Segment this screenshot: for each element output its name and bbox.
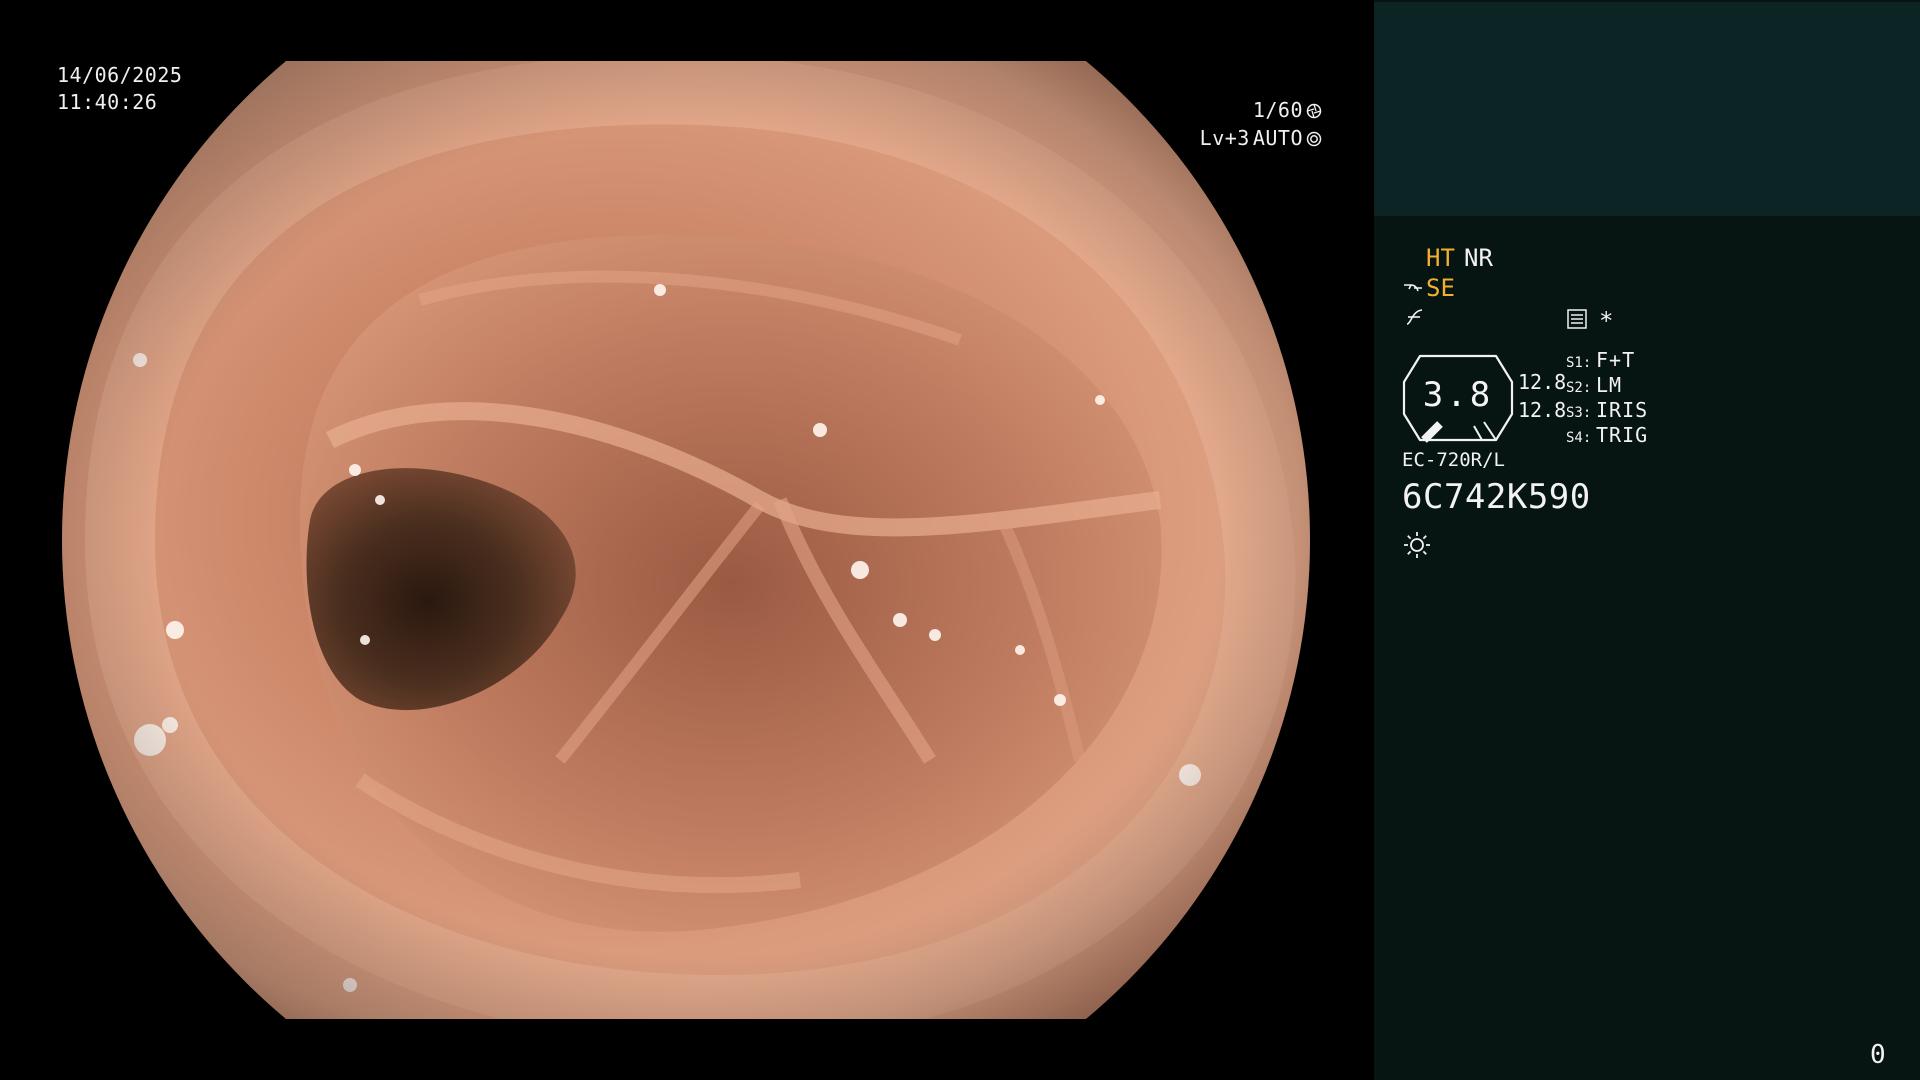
- shutter-speed-row: 1/60: [1253, 97, 1322, 124]
- switch-key: S4:: [1566, 430, 1592, 446]
- scope-switch-list: S1: F+T S2: LM S3: IRIS S4: TRIG: [1566, 348, 1648, 448]
- scope-serial-number: 6C742K590: [1402, 477, 1591, 517]
- magnification-value-1: 12.8: [1518, 370, 1567, 394]
- magnification-value-2: 12.8: [1518, 398, 1567, 422]
- light-source-icon: [1404, 532, 1430, 558]
- brightness-level-row: Lv+3 AUTO: [1200, 125, 1322, 152]
- endoscopic-image: [62, 61, 1310, 1019]
- switch-row-s3: S3: IRIS: [1566, 398, 1648, 423]
- menu-icon: [1567, 309, 1587, 329]
- scope-model-label: EC-720R/L: [1402, 449, 1505, 471]
- frame-counter: 0: [1870, 1040, 1886, 1070]
- switch-value: IRIS: [1596, 398, 1649, 422]
- exposure-info: 1/60 Lv+3 AUTO: [1160, 97, 1322, 157]
- date-time-stamp: 14/06/2025 11:40:26: [57, 62, 182, 116]
- switch-value: F+T: [1596, 348, 1636, 372]
- switch-row-s2: S2: LM: [1566, 373, 1648, 398]
- auto-iris-icon: [1306, 131, 1322, 146]
- switch-key: S2:: [1566, 380, 1592, 396]
- switch-key: S3:: [1566, 405, 1592, 421]
- endoscope-monitor: 14/06/2025 11:40:26 1/60 Lv+3 AUTO HT NR…: [0, 0, 1920, 1080]
- se-indicator: SE: [1426, 274, 1455, 302]
- star-indicator: *: [1599, 307, 1614, 335]
- date-label: 14/06/2025: [57, 63, 183, 87]
- brightness-level-label: Lv+3: [1199, 126, 1250, 150]
- switch-value: LM: [1596, 373, 1623, 397]
- switch-row-s4: S4: TRIG: [1566, 423, 1648, 448]
- time-label: 11:40:26: [57, 90, 158, 114]
- shutter-icon: [1306, 103, 1322, 118]
- thumbnail-area: [1374, 2, 1920, 216]
- switch-value: TRIG: [1596, 423, 1649, 447]
- tone-curve-icon: [1406, 309, 1423, 325]
- endoscope-image-view: 14/06/2025 11:40:26 1/60 Lv+3 AUTO: [0, 0, 1374, 1080]
- iris-mode-label: AUTO: [1252, 126, 1303, 150]
- shutter-speed-label: 1/60: [1252, 98, 1303, 122]
- nr-indicator: NR: [1464, 244, 1493, 272]
- structure-enhance-row: SE: [1402, 273, 1455, 303]
- switch-row-s1: S1: F+T: [1566, 348, 1648, 373]
- ht-indicator: HT: [1426, 244, 1455, 272]
- zoom-gauge-value: 3.8: [1422, 375, 1494, 415]
- status-side-panel: HT NR SE * 3.8 12.8 12.8 S1: F+T S2: LM …: [1374, 0, 1920, 1080]
- switch-key: S1:: [1566, 355, 1592, 371]
- structure-enhance-icon: [1404, 284, 1422, 292]
